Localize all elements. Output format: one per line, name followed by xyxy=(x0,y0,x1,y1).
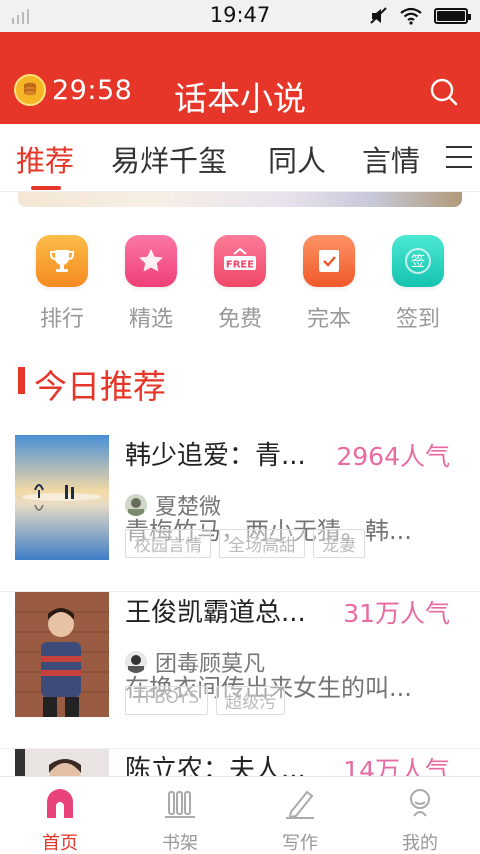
book-item[interactable]: 王俊凯霸道总... 31万人气 团毒顾莫凡 在换衣间传出来女生的叫... TFB… xyxy=(0,592,480,749)
quick-link-label: 精选 xyxy=(128,307,173,332)
nav-bookshelf[interactable]: 书架 xyxy=(120,783,240,854)
nav-label: 书架 xyxy=(162,833,198,854)
profile-icon xyxy=(400,783,440,823)
menu-icon[interactable] xyxy=(446,146,472,168)
book-tag[interactable]: 宠妻 xyxy=(313,529,365,558)
book-item[interactable]: 韩少追爱：青... 2964人气 夏楚微 青梅竹马，两小无猜。韩... 校园言情… xyxy=(0,435,480,592)
quick-link-ranking[interactable]: 排行 xyxy=(22,235,102,333)
active-tab-indicator xyxy=(31,186,61,190)
book-tag[interactable]: 超级污 xyxy=(216,686,286,715)
book-popularity: 2964人气 xyxy=(336,442,450,471)
svg-text:签: 签 xyxy=(411,253,425,270)
section-title: 今日推荐 xyxy=(34,367,166,406)
book-tag[interactable]: 校园言情 xyxy=(125,529,211,558)
book-popularity: 14万人气 xyxy=(343,756,450,776)
tab-recommend[interactable]: 推荐 xyxy=(16,138,74,180)
book-tags: TFBOYS 超级污 xyxy=(125,686,286,715)
tab-romance[interactable]: 言情 xyxy=(362,138,420,180)
bottom-navigation: 首页 书架 写作 我的 xyxy=(0,776,480,854)
wifi-icon xyxy=(400,7,422,25)
book-tag[interactable]: TFBOYS xyxy=(125,686,209,715)
nav-home[interactable]: 首页 xyxy=(0,783,120,854)
free-icon: FREE xyxy=(214,235,266,287)
status-bar: 19:47 xyxy=(0,0,480,32)
quick-link-label: 完本 xyxy=(306,307,351,332)
pencil-icon xyxy=(280,783,320,823)
nav-label: 我的 xyxy=(402,833,438,854)
trophy-icon xyxy=(36,235,88,287)
book-item[interactable]: 陈立农：夫人... 14万人气 xyxy=(0,749,480,776)
book-popularity: 31万人气 xyxy=(343,599,450,628)
book-title: 韩少追爱：青... xyxy=(125,441,306,471)
nav-write[interactable]: 写作 xyxy=(240,783,360,854)
app-bar: 29:58 话本小说 xyxy=(0,32,480,124)
battery-icon xyxy=(434,8,471,24)
tab-fanfic[interactable]: 同人 xyxy=(268,138,326,180)
quick-link-free[interactable]: FREE 免费 xyxy=(200,235,280,333)
quick-links: 排行 精选 FREE 免费 完本 签 签到 xyxy=(0,235,480,335)
sign-in-icon: 签 xyxy=(392,235,444,287)
book-cover xyxy=(15,435,109,560)
section-marker xyxy=(18,367,25,394)
book-tags: 校园言情 全场高甜 宠妻 xyxy=(125,529,365,558)
nav-profile[interactable]: 我的 xyxy=(360,783,480,854)
book-title: 陈立农：夫人... xyxy=(125,755,306,776)
book-title: 王俊凯霸道总... xyxy=(125,598,306,628)
app-title: 话本小说 xyxy=(174,79,306,118)
quick-link-label: 签到 xyxy=(395,307,440,332)
category-tabs: 推荐 易烊千玺 同人 言情 xyxy=(0,124,480,192)
book-cover xyxy=(15,749,109,776)
svg-text:FREE: FREE xyxy=(226,260,254,271)
mute-icon xyxy=(370,7,387,24)
quick-link-sign-in[interactable]: 签 签到 xyxy=(378,235,458,333)
home-icon xyxy=(40,783,80,823)
bookshelf-icon xyxy=(160,783,200,823)
book-tag[interactable]: 全场高甜 xyxy=(219,529,305,558)
quick-link-featured[interactable]: 精选 xyxy=(111,235,191,333)
check-note-icon xyxy=(303,235,355,287)
quick-link-label: 免费 xyxy=(217,307,262,332)
quick-link-label: 排行 xyxy=(39,307,84,332)
tab-yiyang-qianxi[interactable]: 易烊千玺 xyxy=(111,138,227,180)
nav-label: 首页 xyxy=(42,833,78,854)
star-icon xyxy=(125,235,177,287)
quick-link-completed[interactable]: 完本 xyxy=(289,235,369,333)
book-cover xyxy=(15,592,109,717)
banner-image[interactable] xyxy=(18,192,462,207)
nav-label: 写作 xyxy=(282,833,318,854)
search-icon[interactable] xyxy=(428,76,460,108)
